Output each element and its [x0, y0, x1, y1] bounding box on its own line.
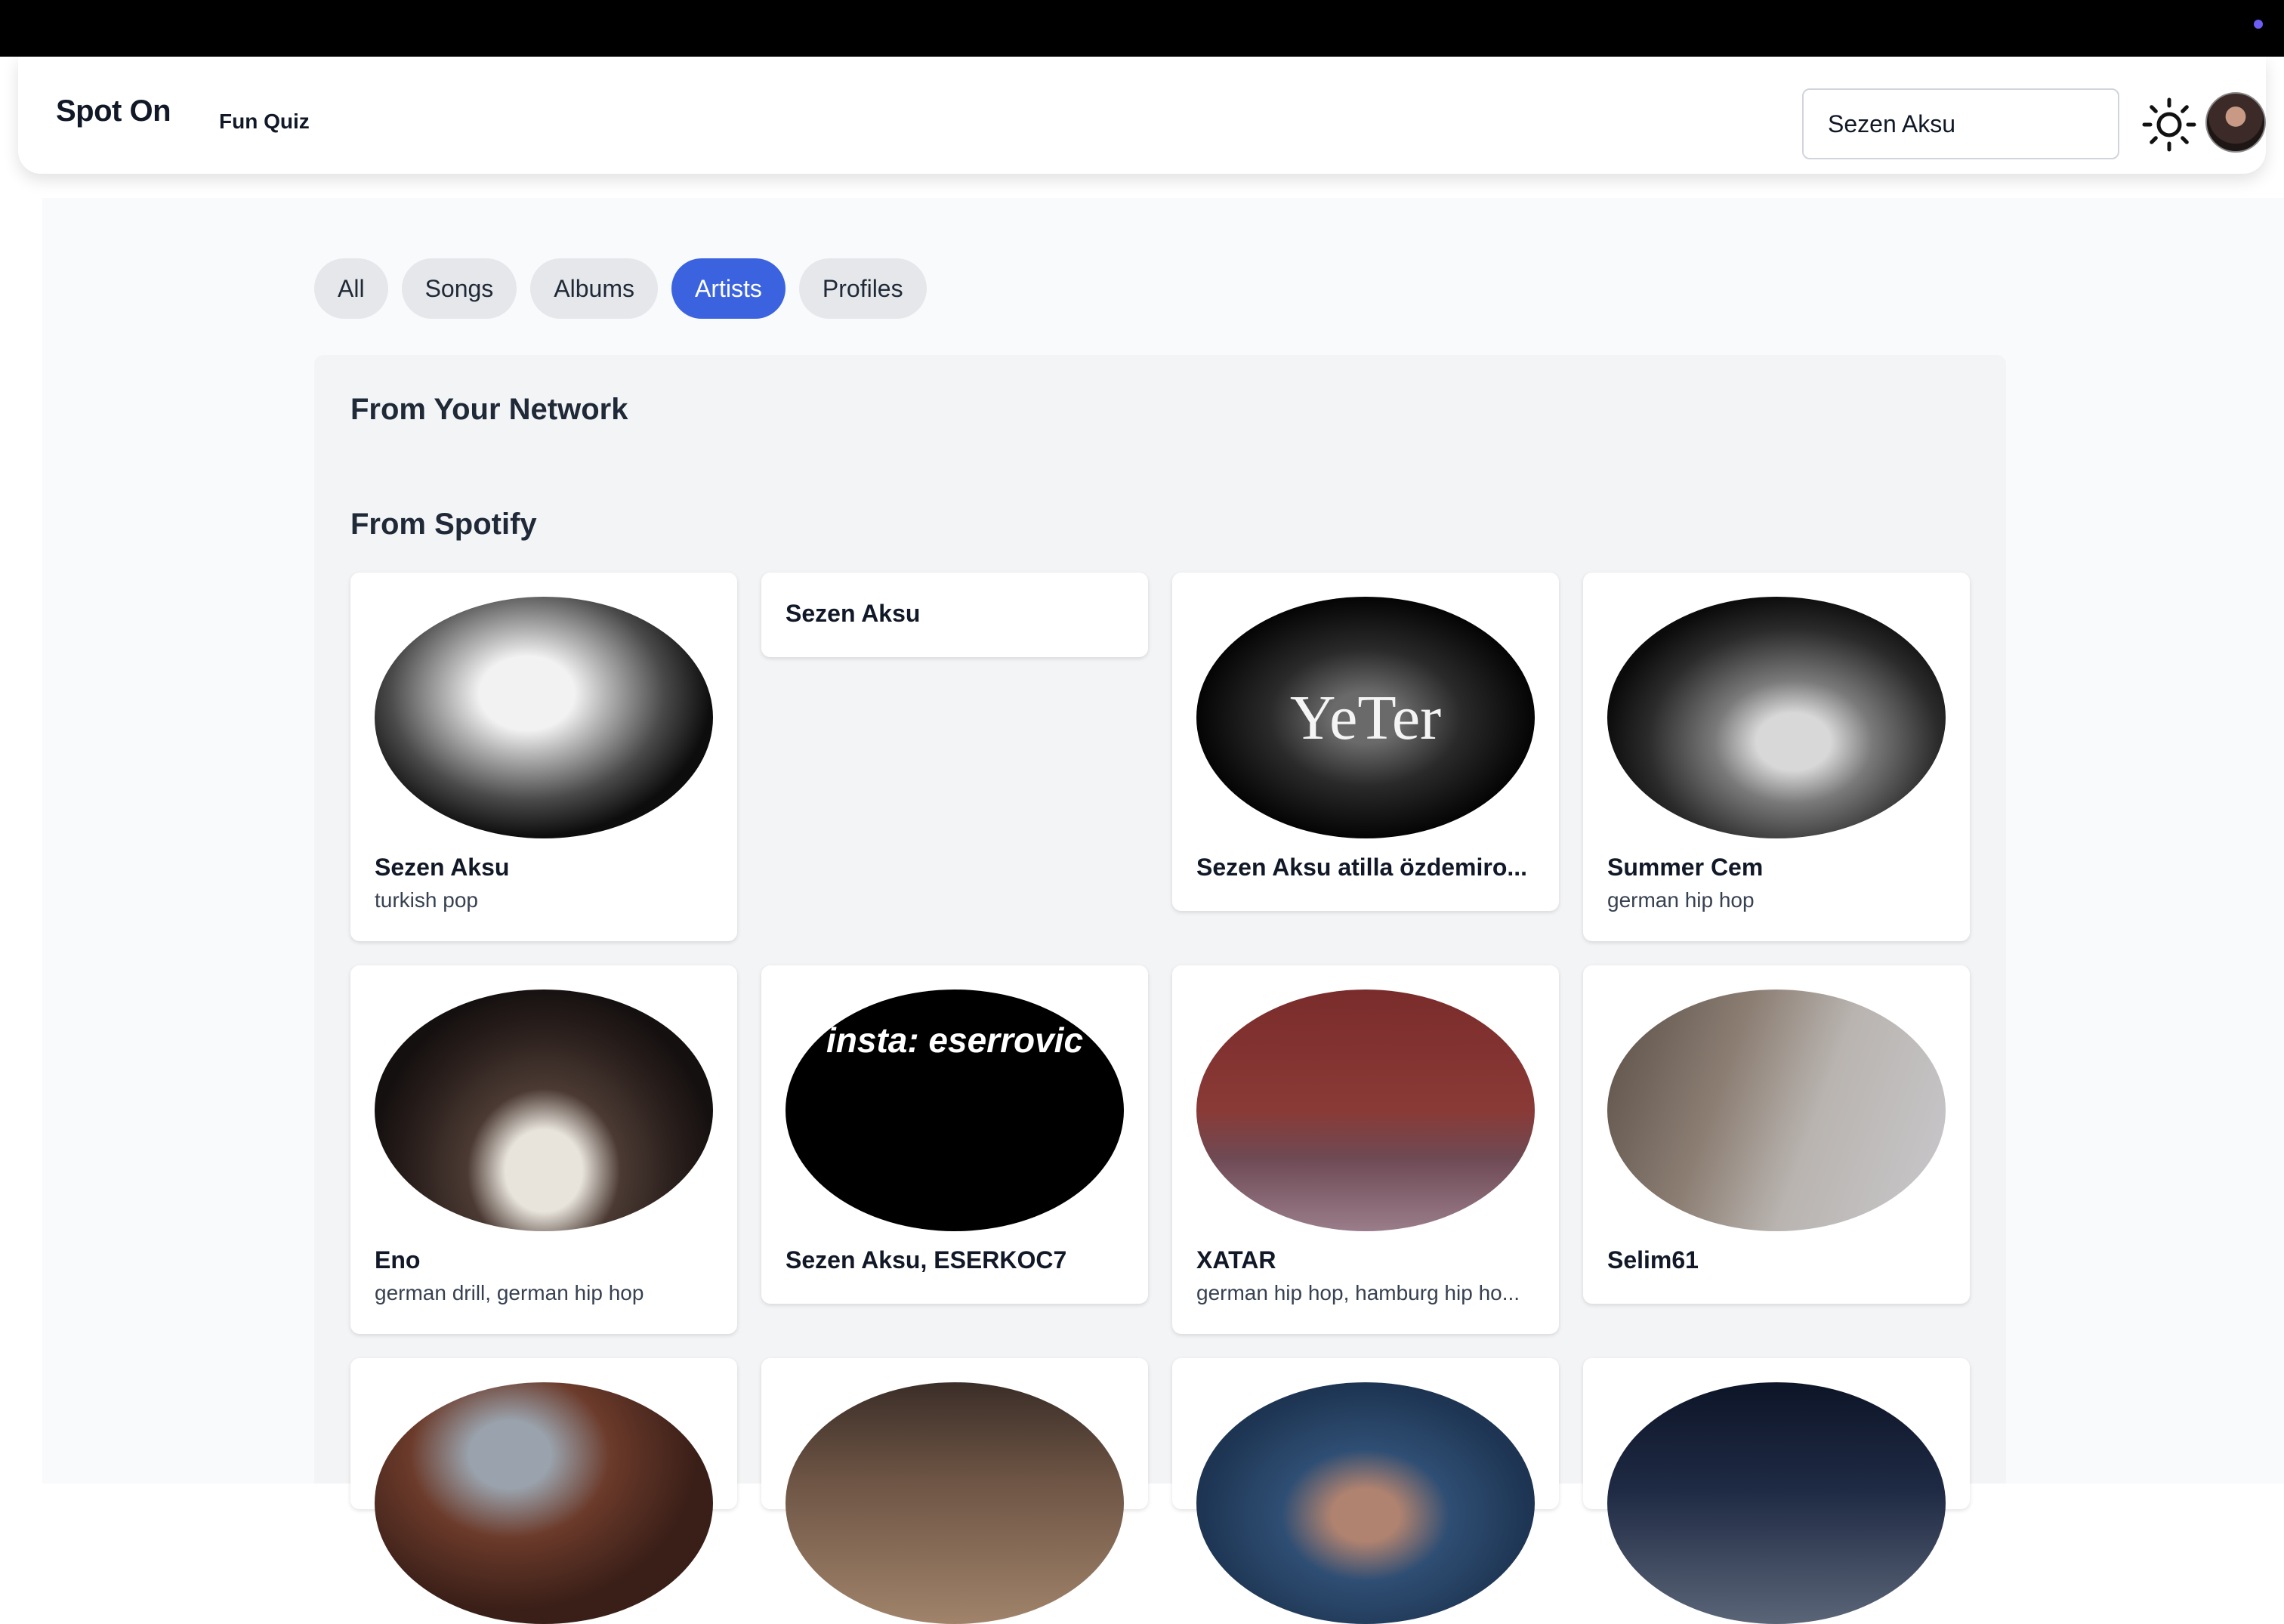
artist-card[interactable] [350, 1358, 737, 1624]
tab-songs[interactable]: Songs [401, 258, 517, 319]
artist-image [375, 1382, 713, 1624]
artist-name: Selim61 [1607, 1246, 1699, 1274]
artist-card[interactable] [1172, 1358, 1559, 1624]
artist-image [1607, 990, 1946, 1231]
filter-tabs: All Songs Albums Artists Profiles [314, 258, 927, 319]
artist-image [1607, 1382, 1946, 1624]
artist-image [1196, 1382, 1535, 1624]
artist-genre: turkish pop [375, 888, 478, 912]
status-dot [2254, 20, 2263, 29]
artist-name: XATAR [1196, 1246, 1276, 1274]
artist-name: Eno [375, 1246, 421, 1274]
navbar: Spot On Fun Quiz [18, 57, 2266, 174]
artist-card[interactable]: Sezen Aksu [761, 573, 1148, 657]
artist-name: Sezen Aksu [375, 854, 510, 881]
search-input[interactable] [1802, 88, 2119, 159]
artist-card[interactable]: XATAR german hip hop, hamburg hip ho... [1172, 965, 1559, 1334]
artist-image [1607, 597, 1946, 838]
artist-name: Sezen Aksu atilla özdemiro... [1196, 854, 1528, 881]
section-title-spotify: From Spotify [350, 508, 537, 541]
artist-image: YeTer [1196, 597, 1535, 838]
artist-card[interactable]: YeTer Sezen Aksu atilla özdemiro... [1172, 573, 1559, 911]
artist-genre: german hip hop, hamburg hip ho... [1196, 1281, 1520, 1304]
artist-image-text: YeTer [1289, 682, 1442, 753]
tab-profiles[interactable]: Profiles [798, 258, 927, 319]
artist-image [375, 597, 713, 838]
artist-card[interactable]: Eno german drill, german hip hop [350, 965, 737, 1334]
artist-genre: german drill, german hip hop [375, 1281, 644, 1304]
artist-name: Summer Cem [1607, 854, 1764, 881]
section-title-network: From Your Network [350, 393, 628, 426]
tab-artists[interactable]: Artists [671, 258, 786, 319]
artist-card[interactable]: Selim61 [1583, 965, 1970, 1304]
sun-icon[interactable] [2142, 97, 2196, 152]
artist-image-text: insta: eserrovic [826, 1020, 1084, 1060]
artist-image [1196, 990, 1535, 1231]
artist-card[interactable]: insta: eserrovic Sezen Aksu, ESERKOC7 [761, 965, 1148, 1304]
artist-card[interactable] [1583, 1358, 1970, 1624]
artist-image [786, 1382, 1124, 1624]
window-top-bar [0, 0, 2284, 57]
artist-name: Sezen Aksu [786, 600, 921, 627]
user-avatar[interactable] [2205, 92, 2266, 153]
artist-image: insta: eserrovic [786, 990, 1124, 1231]
tab-all[interactable]: All [314, 258, 388, 319]
brand-logo[interactable]: Spot On [56, 94, 171, 128]
nav-fun-quiz[interactable]: Fun Quiz [219, 110, 310, 134]
artist-name: Sezen Aksu, ESERKOC7 [786, 1246, 1067, 1274]
artist-card[interactable]: Summer Cem german hip hop [1583, 573, 1970, 941]
artist-card[interactable]: Sezen Aksu turkish pop [350, 573, 737, 941]
artist-card[interactable] [761, 1358, 1148, 1624]
artist-image [375, 990, 713, 1231]
tab-albums[interactable]: Albums [530, 258, 658, 319]
artist-genre: german hip hop [1607, 888, 1755, 912]
